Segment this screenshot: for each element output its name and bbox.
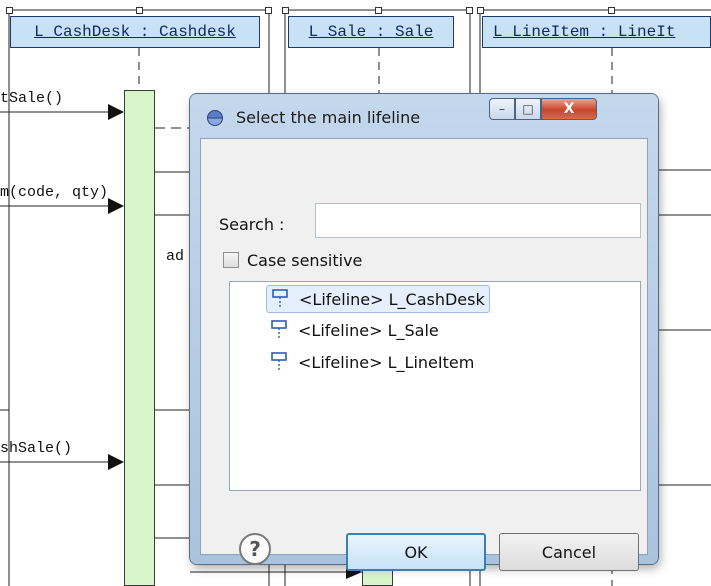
message-label-startsale: tSale() [0,90,64,107]
selection-handle[interactable] [265,7,272,14]
case-sensitive-label: Case sensitive [247,251,363,270]
maximize-button[interactable]: □ [515,98,541,120]
list-item-lifeline-lineitem[interactable]: <Lifeline> L_LineItem [266,348,478,376]
search-input[interactable] [315,203,641,238]
dialog-title: Select the main lifeline [236,108,421,127]
list-item-label: <Lifeline> L_Sale [298,320,439,340]
help-icon[interactable]: ? [239,533,271,565]
cancel-button[interactable]: Cancel [499,533,639,571]
ok-button[interactable]: OK [346,533,486,571]
search-label: Search : [219,215,285,234]
minimize-button[interactable]: – [489,98,515,120]
lifeline-icon [271,320,287,340]
lifeline-icon [271,352,287,372]
list-item-lifeline-sale[interactable]: <Lifeline> L_Sale [266,316,443,344]
list-item-label: <Lifeline> L_CashDesk [299,289,485,309]
dialog-body: Search : Case sensitive <Lifeline> L_Cas… [200,138,648,571]
selection-handle[interactable] [282,7,289,14]
select-lifeline-dialog: Select the main lifeline – □ X Search : … [190,94,658,571]
lifeline-head-cashdesk[interactable]: L_CashDesk : Cashdesk [10,16,260,48]
message-label-finishsale: shSale() [0,440,73,457]
message-label-enteritem: m(code, qty) [0,184,109,201]
close-button[interactable]: X [541,98,597,120]
lifeline-head-lineitem[interactable]: L_LineItem : LineIt [482,16,711,48]
selection-handle[interactable] [608,7,615,14]
selection-handle[interactable] [136,7,143,14]
list-item-label: <Lifeline> L_LineItem [298,352,475,372]
list-item-lifeline-cashdesk[interactable]: <Lifeline> L_CashDesk [266,285,490,313]
selection-handle[interactable] [6,7,13,14]
selection-handle[interactable] [375,7,382,14]
selection-handle[interactable] [466,7,473,14]
message-label-add: ad [166,248,185,265]
window-controls: – □ X [489,98,597,120]
case-sensitive-checkbox[interactable] [223,252,239,268]
activation-bar-cashdesk[interactable] [124,90,155,586]
lifeline-icon [272,289,288,309]
lifeline-list[interactable]: <Lifeline> L_CashDesk <Lifeline> L_Sale … [229,281,641,491]
lifeline-head-sale[interactable]: L_Sale : Sale [288,16,454,48]
eclipse-app-icon [207,110,223,126]
selection-handle[interactable] [477,7,484,14]
